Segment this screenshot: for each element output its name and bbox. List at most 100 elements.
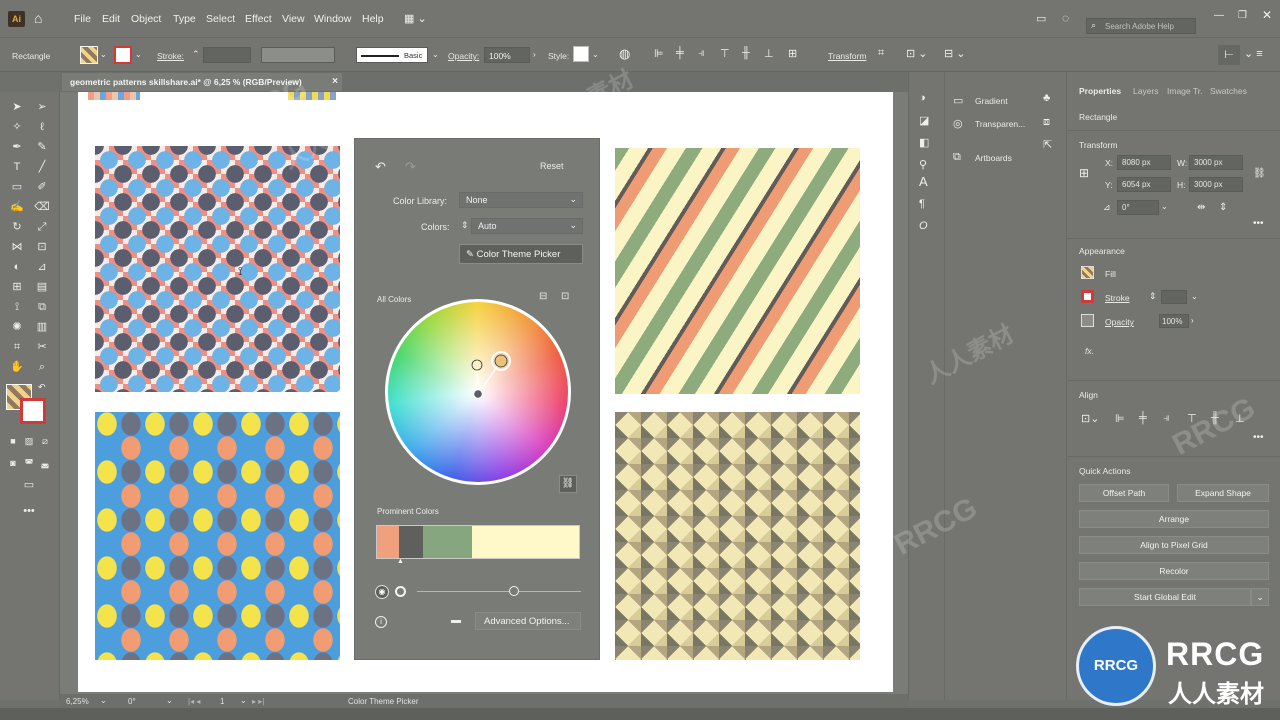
prominent-color-swatch[interactable] xyxy=(423,526,472,558)
effects-button[interactable]: fx. xyxy=(1085,346,1094,356)
selection-tool-icon[interactable]: ➤ xyxy=(8,98,26,116)
gradient-panel-label[interactable]: Gradient xyxy=(975,96,1008,106)
expand-shape-button[interactable]: Expand Shape xyxy=(1177,484,1269,502)
rectangle-tool-icon[interactable]: ▭ xyxy=(8,178,26,196)
y-field[interactable]: 6054 px xyxy=(1117,177,1171,192)
zoom-level[interactable]: 6,25% xyxy=(66,697,89,706)
gradient-panel-icon[interactable]: ◪ xyxy=(919,114,929,127)
align-to-pixel-grid-button[interactable]: Align to Pixel Grid xyxy=(1079,536,1269,554)
align-hcenter-icon-props[interactable]: ╪ xyxy=(1139,412,1147,424)
stroke-color-box[interactable] xyxy=(20,398,46,424)
zoom-dropdown-icon[interactable]: ⌄ xyxy=(100,696,107,705)
stroke-swatch[interactable] xyxy=(114,46,132,64)
style-swatch[interactable] xyxy=(573,46,589,62)
align-vcenter-icon[interactable]: ╫ xyxy=(742,47,750,59)
rotate-tool-icon[interactable]: ↻ xyxy=(8,218,26,236)
hand-tool-icon[interactable]: ✋ xyxy=(8,358,26,376)
tab-layers[interactable]: Layers xyxy=(1133,86,1159,96)
stroke-swatch-icon[interactable] xyxy=(1081,290,1094,303)
transparency-panel-icon[interactable]: ◧ xyxy=(919,136,929,149)
screen-mode-icon[interactable]: ▭ xyxy=(20,476,38,494)
opacity-expand-icon-props[interactable]: › xyxy=(1191,316,1194,325)
canvas[interactable]: ⟟ ↶ ↷ Reset Color Library: None ⌄ Colors… xyxy=(60,92,908,694)
fill-dropdown-icon[interactable]: ⌄ xyxy=(100,50,107,59)
swap-colors-icon[interactable]: ↶ xyxy=(38,382,46,393)
more-options-icon[interactable]: ⊟ ⌄ xyxy=(944,47,966,60)
type-tool-icon[interactable]: T xyxy=(8,158,26,176)
menu-edit[interactable]: Edit xyxy=(102,13,120,25)
global-edit-dropdown-icon[interactable]: ⌄ xyxy=(1251,588,1269,606)
arrange-button[interactable]: Arrange xyxy=(1079,510,1269,528)
magic-wand-tool-icon[interactable]: ✧ xyxy=(8,118,26,136)
arrange-documents-icon[interactable]: ▭ xyxy=(1036,12,1046,25)
clubs-icon[interactable]: ♣ xyxy=(1043,92,1050,104)
width-tool-icon[interactable]: ⋈ xyxy=(8,238,26,256)
align-left-icon[interactable]: ⊫ xyxy=(654,47,664,60)
prominent-color-swatch[interactable] xyxy=(377,526,400,558)
tab-properties[interactable]: Properties xyxy=(1079,86,1121,96)
menu-type[interactable]: Type xyxy=(173,13,196,25)
undo-icon[interactable]: ↶ xyxy=(375,159,386,175)
curvature-tool-icon[interactable]: ✎ xyxy=(33,138,51,156)
color-guide-icon[interactable]: ◑ xyxy=(919,92,926,104)
transparency-icon[interactable]: ◎ xyxy=(953,117,963,130)
eyedropper-tool-icon[interactable]: ⟟ xyxy=(8,298,26,316)
gradient-icon[interactable]: ▭ xyxy=(953,94,963,107)
stroke-weight-stepper-icon[interactable]: ⌃ xyxy=(192,49,200,60)
align-bottom-icon[interactable]: ⊥ xyxy=(764,47,774,60)
pattern-leaves-artwork[interactable] xyxy=(95,412,340,660)
opacity-expand-icon[interactable]: › xyxy=(533,50,536,59)
info-icon[interactable]: i xyxy=(375,616,387,628)
color-wheel-handles[interactable] xyxy=(385,299,571,485)
align-to-icon[interactable]: ⊡⌄ xyxy=(1081,412,1099,425)
style-dropdown-icon[interactable]: ⌄ xyxy=(592,50,599,59)
artboards-panel-label[interactable]: Artboards xyxy=(975,153,1012,163)
reference-point-icon[interactable]: ⊞ xyxy=(1079,166,1097,184)
recolor-button[interactable]: Recolor xyxy=(1079,562,1269,580)
character-panel-icon[interactable]: A xyxy=(919,174,928,189)
fill-swatch[interactable] xyxy=(80,46,98,64)
opacity-label-props[interactable]: Opacity xyxy=(1105,317,1134,327)
prominent-colors-bar[interactable] xyxy=(376,525,580,559)
color-library-dropdown[interactable]: None ⌄ xyxy=(459,192,583,208)
stroke-dropdown-icon[interactable]: ⌄ xyxy=(135,50,142,59)
flip-horizontal-icon[interactable]: ⇹ xyxy=(1197,202,1205,213)
column-graph-tool-icon[interactable]: ▥ xyxy=(33,318,51,336)
menu-view[interactable]: View xyxy=(282,13,305,25)
brush-dropdown-icon[interactable]: ⌄ xyxy=(432,50,439,59)
isolate-icon[interactable]: ⊡ ⌄ xyxy=(906,47,928,60)
line-tool-icon[interactable]: ╱ xyxy=(33,158,51,176)
home-icon[interactable]: ⌂ xyxy=(34,10,50,26)
redo-icon[interactable]: ↷ xyxy=(405,159,416,175)
artboard-dropdown-icon[interactable]: ⌄ xyxy=(240,696,247,705)
opacity-field[interactable]: 100% xyxy=(484,47,530,63)
menu-help[interactable]: Help xyxy=(362,13,384,25)
artboard-tool-icon[interactable]: ⌗ xyxy=(8,338,26,356)
export-icon[interactable]: ⇱ xyxy=(1043,138,1052,151)
next-artboard-icon[interactable]: ▸ ▸| xyxy=(252,697,264,706)
eraser-tool-icon[interactable]: ⌫ xyxy=(33,198,51,216)
perspective-grid-tool-icon[interactable]: ⊿ xyxy=(33,258,51,276)
align-right-icon-props[interactable]: ⫣ xyxy=(1163,412,1170,425)
transform-options-icon[interactable]: ⌗ xyxy=(878,47,884,60)
paragraph-panel-icon[interactable]: ¶ xyxy=(919,198,925,210)
constrain-proportions-icon[interactable]: ⛓ xyxy=(1253,168,1266,179)
workspace-switcher-icon[interactable]: ▦ ⌄ xyxy=(404,12,427,25)
opacity-field-props[interactable]: 100% xyxy=(1159,314,1189,328)
edit-toolbar-icon[interactable]: ••• xyxy=(20,502,38,520)
saturation-slider-track[interactable] xyxy=(417,591,581,592)
minimize-icon[interactable]: — xyxy=(1214,10,1224,21)
draw-inside-icon[interactable]: ◛ xyxy=(36,454,54,472)
rotation-dropdown-icon[interactable]: ⌄ xyxy=(166,696,173,705)
mesh-tool-icon[interactable]: ⊞ xyxy=(8,278,26,296)
artboard-number[interactable]: 1 xyxy=(220,697,224,706)
close-tab-icon[interactable]: × xyxy=(332,76,338,87)
pattern-stripes-artwork[interactable] xyxy=(615,148,860,394)
fill-label[interactable]: Fill xyxy=(1105,269,1116,279)
pattern-circles-artwork[interactable] xyxy=(95,146,340,392)
paintbrush-tool-icon[interactable]: ✐ xyxy=(33,178,51,196)
toggle-panel-icon[interactable]: ⊢ xyxy=(1218,45,1240,65)
scale-tool-icon[interactable]: ⤢ xyxy=(33,218,51,236)
offset-path-button[interactable]: Offset Path xyxy=(1079,484,1169,502)
menu-select[interactable]: Select xyxy=(206,13,235,25)
